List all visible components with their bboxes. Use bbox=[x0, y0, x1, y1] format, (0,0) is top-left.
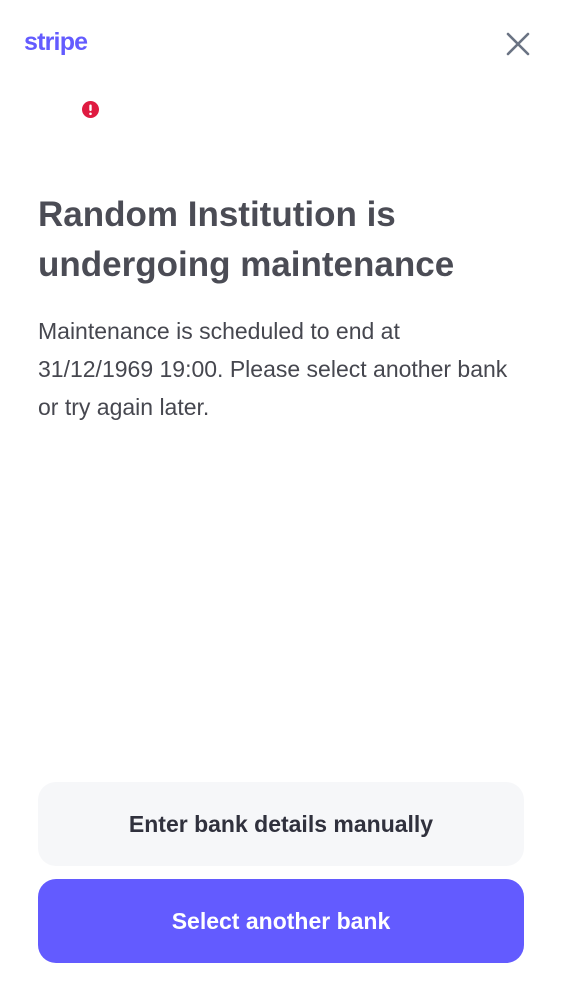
close-icon bbox=[506, 32, 530, 56]
enter-bank-details-manually-button[interactable]: Enter bank details manually bbox=[38, 782, 524, 866]
maintenance-message: Maintenance is scheduled to end at 31/12… bbox=[38, 318, 508, 420]
select-another-bank-button[interactable]: Select another bank bbox=[38, 879, 524, 963]
error-alert-icon bbox=[82, 101, 99, 118]
stripe-logo: stripe bbox=[24, 28, 88, 56]
close-button[interactable] bbox=[500, 26, 536, 62]
header: stripe bbox=[0, 0, 562, 88]
page-title: Random Institution is undergoing mainten… bbox=[38, 195, 455, 284]
